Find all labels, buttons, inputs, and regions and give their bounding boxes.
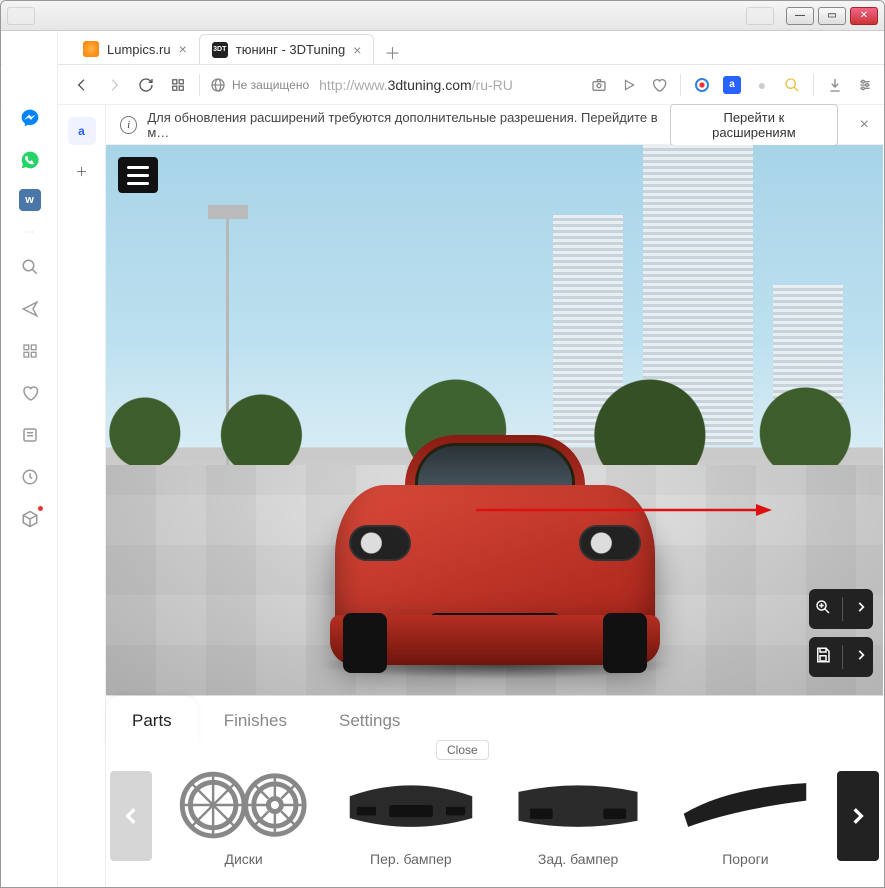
extension-icon[interactable]: ● <box>753 76 771 94</box>
toolbar-icons: a ● <box>590 74 874 96</box>
car-viewport[interactable] <box>106 145 883 695</box>
car-headlight <box>579 525 641 561</box>
part-item-front-bumper[interactable]: Пер. бампер <box>327 765 494 867</box>
whatsapp-icon[interactable] <box>17 147 43 173</box>
save-control[interactable] <box>809 637 873 677</box>
part-thumbnail <box>341 765 481 845</box>
easy-setup-icon[interactable] <box>856 76 874 94</box>
favicon-icon <box>83 41 99 57</box>
titlebar-ghost <box>7 7 35 25</box>
browser-tab-active[interactable]: 3DT тюнинг - 3DTuning × <box>199 34 375 64</box>
workspace-tabs: a ＋ <box>58 105 106 886</box>
history-icon[interactable] <box>17 464 43 490</box>
bottom-tabs: Parts Finishes Settings Close <box>106 696 883 746</box>
tab-title: тюнинг - 3DTuning <box>236 42 346 57</box>
extension-notice-bar: i Для обновления расширений требуются до… <box>106 105 883 145</box>
car-model[interactable] <box>315 425 675 685</box>
camera-icon[interactable] <box>590 76 608 94</box>
tab-strip: Lumpics.ru × 3DT тюнинг - 3DTuning × ＋ <box>1 31 884 65</box>
tab-close-icon[interactable]: × <box>353 42 361 58</box>
url-prefix: http://www. <box>319 77 387 93</box>
notice-close-icon[interactable]: × <box>860 116 869 134</box>
tab-close-icon[interactable]: × <box>179 41 187 57</box>
divider <box>199 74 200 96</box>
notice-text: Для обновления расширений требуются допо… <box>147 110 660 140</box>
play-icon[interactable] <box>620 76 638 94</box>
security-indicator[interactable]: Не защищено <box>210 77 309 93</box>
url-field[interactable]: http://www.3dtuning.com/ru-RU <box>319 77 580 93</box>
carousel-prev-button[interactable] <box>110 771 152 861</box>
adblock-icon[interactable] <box>693 76 711 94</box>
part-label: Пер. бампер <box>370 851 452 867</box>
viewport-menu-button[interactable] <box>118 157 158 193</box>
speed-dial-icon[interactable] <box>17 338 43 364</box>
window-maximize-button[interactable]: ▭ <box>818 7 846 25</box>
speed-dial-button[interactable] <box>167 74 189 96</box>
part-thumbnail <box>508 765 648 845</box>
new-tab-button[interactable]: ＋ <box>380 40 404 64</box>
favicon-icon: 3DT <box>212 42 228 58</box>
url-path: /ru-RU <box>472 77 513 93</box>
url-host: 3dtuning.com <box>388 77 472 93</box>
download-icon[interactable] <box>826 76 844 94</box>
zoom-control[interactable] <box>809 589 873 629</box>
window-close-button[interactable]: ✕ <box>850 7 878 25</box>
parts-carousel: Диски Пер. бампер Зад. бампер <box>106 746 883 886</box>
close-panel-button[interactable]: Close <box>436 740 489 760</box>
car-wheel <box>603 613 647 673</box>
security-label: Не защищено <box>232 78 309 92</box>
messenger-icon[interactable] <box>17 105 43 131</box>
divider <box>842 597 843 621</box>
window-titlebar: — ▭ ✕ <box>1 1 884 31</box>
bottom-panel: Parts Finishes Settings Close <box>106 695 883 886</box>
tab-title: Lumpics.ru <box>107 42 171 57</box>
window-minimize-button[interactable]: — <box>786 7 814 25</box>
chevron-right-icon[interactable] <box>854 600 868 619</box>
divider <box>842 645 843 669</box>
part-item-side-skirts[interactable]: Пороги <box>662 765 829 867</box>
titlebar-ghost <box>746 7 774 25</box>
divider <box>813 74 814 96</box>
heart-icon[interactable] <box>17 380 43 406</box>
part-item-rear-bumper[interactable]: Зад. бампер <box>495 765 662 867</box>
part-thumbnail <box>675 765 815 845</box>
chevron-right-icon[interactable] <box>854 648 868 667</box>
zoom-in-icon[interactable] <box>814 598 832 621</box>
go-to-extensions-button[interactable]: Перейти к расширениям <box>670 104 838 146</box>
news-icon[interactable] <box>17 422 43 448</box>
workspace-add-button[interactable]: ＋ <box>68 157 96 185</box>
search-icon[interactable] <box>17 254 43 280</box>
heart-icon[interactable] <box>650 76 668 94</box>
back-button[interactable] <box>71 74 93 96</box>
carousel-next-button[interactable] <box>837 771 879 861</box>
vk-icon[interactable]: w <box>19 189 41 211</box>
car-headlight <box>349 525 411 561</box>
tab-finishes[interactable]: Finishes <box>198 696 313 746</box>
address-bar: Не защищено http://www.3dtuning.com/ru-R… <box>1 65 884 105</box>
part-label: Диски <box>225 851 263 867</box>
notification-dot <box>37 505 44 512</box>
opera-sidebar: w ⋯ <box>2 31 58 886</box>
send-icon[interactable] <box>17 296 43 322</box>
tab-settings[interactable]: Settings <box>313 696 426 746</box>
tab-parts[interactable]: Parts <box>106 696 198 746</box>
translate-icon[interactable]: a <box>723 76 741 94</box>
part-thumbnail <box>174 765 314 845</box>
info-icon: i <box>120 116 137 134</box>
part-label: Зад. бампер <box>538 851 618 867</box>
divider <box>680 74 681 96</box>
part-item-wheels[interactable]: Диски <box>160 765 327 867</box>
part-label: Пороги <box>722 851 768 867</box>
car-wheel <box>343 613 387 673</box>
extensions-cube-icon[interactable] <box>17 506 43 532</box>
extension-icon-2[interactable] <box>783 76 801 94</box>
workspace-tab-active[interactable]: a <box>68 117 96 145</box>
browser-tab[interactable]: Lumpics.ru × <box>71 34 199 64</box>
floppy-icon[interactable] <box>814 646 832 669</box>
sidebar-separator: ⋯ <box>24 227 35 238</box>
reload-button[interactable] <box>135 74 157 96</box>
forward-button[interactable] <box>103 74 125 96</box>
